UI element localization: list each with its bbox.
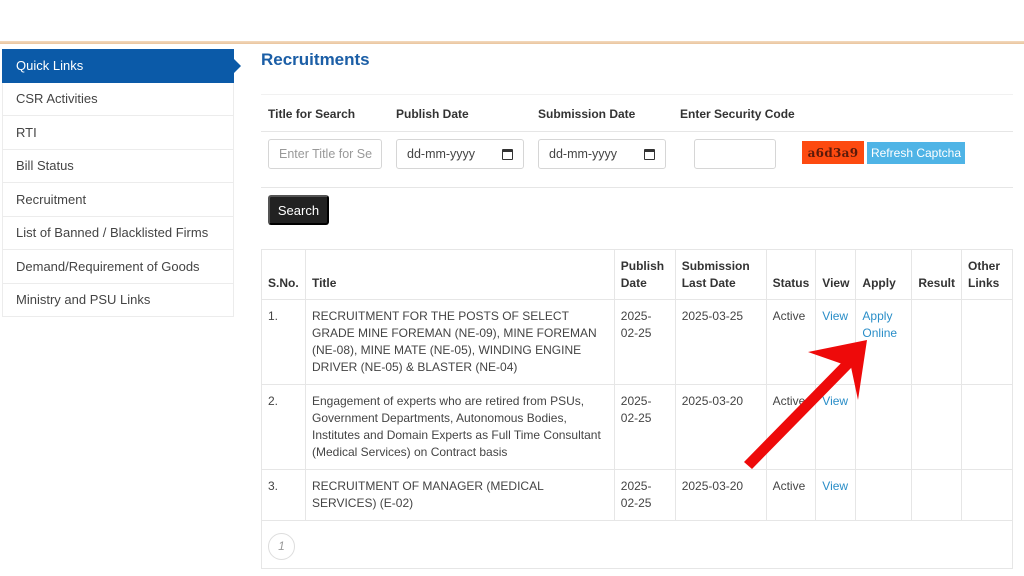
submission-date-value: dd-mm-yyyy bbox=[549, 147, 618, 161]
calendar-icon[interactable] bbox=[644, 149, 655, 160]
table-row: 2. Engagement of experts who are retired… bbox=[261, 384, 1013, 470]
publish-date-field[interactable]: dd-mm-yyyy bbox=[396, 139, 524, 169]
recruitments-table: S.No. Title Publish Date Submission Last D… bbox=[261, 249, 1013, 569]
cell-view: View bbox=[815, 469, 857, 521]
sidebar-item-banned-firms[interactable]: List of Banned / Blacklisted Firms bbox=[2, 216, 234, 250]
search-button[interactable]: Search bbox=[268, 195, 329, 225]
cell-text: 02-25 bbox=[620, 411, 652, 425]
cell-view: View bbox=[815, 384, 857, 470]
pagination-cell: 1 bbox=[261, 520, 1013, 569]
header-text: Last Date bbox=[681, 276, 736, 290]
cell-other-links bbox=[961, 299, 1013, 385]
header-text: Links bbox=[968, 276, 1000, 290]
main-content: Recruitments Title for Search Publish Da… bbox=[261, 44, 1013, 225]
apply-online-link[interactable]: Apply Online bbox=[862, 309, 897, 340]
sidebar-item-bill-status[interactable]: Bill Status bbox=[2, 149, 234, 183]
cell-apply bbox=[855, 469, 913, 521]
publish-date-label: Publish Date bbox=[396, 107, 469, 121]
header-view: View bbox=[815, 249, 857, 300]
cell-text: 2025- bbox=[620, 479, 652, 493]
header-title: Title bbox=[304, 249, 615, 300]
refresh-captcha-button[interactable]: Refresh Captcha bbox=[867, 142, 965, 164]
cell-title: Engagement of experts who are retired fr… bbox=[304, 384, 615, 470]
cell-publish-date: 2025- 02-25 bbox=[613, 299, 676, 385]
security-code-input[interactable] bbox=[705, 147, 775, 161]
cell-status: Active bbox=[765, 299, 817, 385]
view-link[interactable]: View bbox=[822, 394, 848, 408]
title-search-field[interactable] bbox=[268, 139, 382, 169]
title-search-input[interactable] bbox=[279, 147, 381, 161]
header-band bbox=[0, 0, 1024, 42]
view-link[interactable]: View bbox=[822, 479, 848, 493]
header-apply: Apply bbox=[855, 249, 913, 300]
cell-sno: 2. bbox=[261, 384, 306, 470]
cell-result bbox=[911, 299, 963, 385]
title-search-label: Title for Search bbox=[268, 107, 356, 121]
cell-text: 02-25 bbox=[620, 496, 652, 510]
pagination-row: 1 bbox=[261, 520, 1013, 569]
header-publish-date: Publish Date bbox=[613, 249, 676, 300]
page-1-button[interactable]: 1 bbox=[268, 533, 295, 560]
cell-text: 2025- bbox=[620, 394, 652, 408]
page-title: Recruitments bbox=[261, 50, 370, 69]
header-other-links: Other Links bbox=[961, 249, 1013, 300]
sidebar-item-rti[interactable]: RTI bbox=[2, 116, 234, 150]
header-text: Other bbox=[968, 259, 1001, 273]
link-text[interactable]: Online bbox=[862, 326, 897, 340]
quick-links-sidebar: Quick Links CSR Activities RTI Bill Stat… bbox=[2, 49, 241, 317]
header-text: Submission bbox=[681, 259, 750, 273]
table-row: 3. RECRUITMENT OF MANAGER (MEDICAL SERVI… bbox=[261, 469, 1013, 521]
sidebar-item-quick-links[interactable]: Quick Links bbox=[2, 49, 241, 83]
header-sno: S.No. bbox=[261, 249, 306, 300]
sidebar-item-recruitment[interactable]: Recruitment bbox=[2, 183, 234, 217]
sidebar-item-demand-goods[interactable]: Demand/Requirement of Goods bbox=[2, 250, 234, 284]
table-row: 1. RECRUITMENT FOR THE POSTS OF SELECT G… bbox=[261, 299, 1013, 385]
captcha-image: a6d3a9 bbox=[802, 141, 864, 164]
cell-submission-date: 2025-03-20 bbox=[674, 384, 767, 470]
cell-submission-date: 2025-03-25 bbox=[674, 299, 767, 385]
sidebar-item-csr-activities[interactable]: CSR Activities bbox=[2, 82, 234, 116]
cell-publish-date: 2025- 02-25 bbox=[613, 469, 676, 521]
header-text: Date bbox=[620, 276, 647, 290]
cell-sno: 3. bbox=[261, 469, 306, 521]
cell-other-links bbox=[961, 469, 1013, 521]
sidebar-item-ministry-psu-links[interactable]: Ministry and PSU Links bbox=[2, 283, 234, 317]
cell-title: RECRUITMENT OF MANAGER (MEDICAL SERVICES… bbox=[304, 469, 615, 521]
submission-date-label: Submission Date bbox=[538, 107, 636, 121]
cell-other-links bbox=[961, 384, 1013, 470]
search-form-row: dd-mm-yyyy dd-mm-yyyy a6d3a9 Refresh Cap… bbox=[261, 131, 1013, 188]
cell-result bbox=[911, 469, 963, 521]
publish-date-value: dd-mm-yyyy bbox=[407, 147, 476, 161]
header-submission-last-date: Submission Last Date bbox=[674, 249, 767, 300]
link-text[interactable]: Apply bbox=[862, 309, 892, 323]
security-code-label: Enter Security Code bbox=[680, 107, 795, 121]
cell-submission-date: 2025-03-20 bbox=[674, 469, 767, 521]
header-result: Result bbox=[911, 249, 963, 300]
cell-apply bbox=[855, 384, 913, 470]
view-link[interactable]: View bbox=[822, 309, 848, 323]
cell-text: 02-25 bbox=[620, 326, 652, 340]
cell-text: 2025- bbox=[620, 309, 652, 323]
cell-view: View bbox=[815, 299, 857, 385]
cell-publish-date: 2025- 02-25 bbox=[613, 384, 676, 470]
submission-date-field[interactable]: dd-mm-yyyy bbox=[538, 139, 666, 169]
cell-status: Active bbox=[765, 469, 817, 521]
cell-sno: 1. bbox=[261, 299, 306, 385]
cell-status: Active bbox=[765, 384, 817, 470]
cell-title: RECRUITMENT FOR THE POSTS OF SELECT GRAD… bbox=[304, 299, 615, 385]
calendar-icon[interactable] bbox=[502, 149, 513, 160]
security-code-field[interactable] bbox=[694, 139, 776, 169]
search-form-labels: Title for Search Publish Date Submission… bbox=[261, 95, 1013, 131]
header-text: Publish bbox=[620, 259, 665, 273]
header-status: Status bbox=[765, 249, 817, 300]
table-header-row: S.No. Title Publish Date Submission Last D… bbox=[261, 249, 1013, 300]
cell-result bbox=[911, 384, 963, 470]
cell-apply: Apply Online bbox=[855, 299, 913, 385]
